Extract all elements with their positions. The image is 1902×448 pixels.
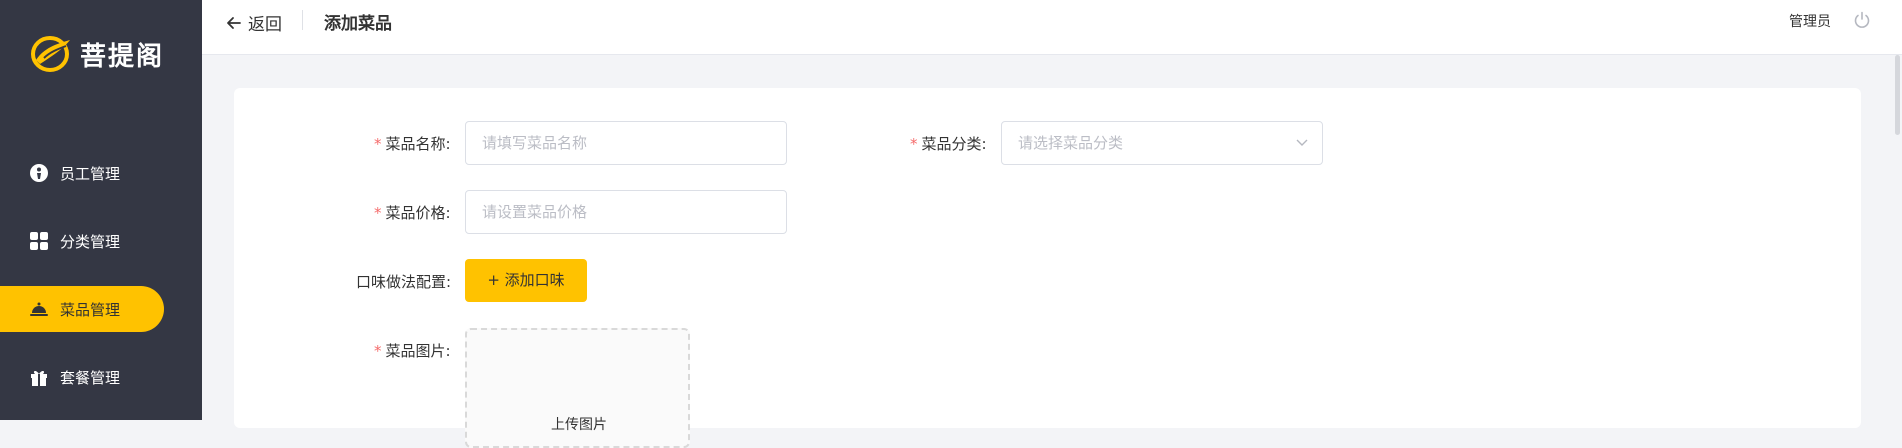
- category-icon: [30, 232, 48, 250]
- user-name[interactable]: 管理员: [1789, 11, 1831, 31]
- flavor-config-label: 口味做法配置:: [356, 273, 452, 291]
- page-title: 添加菜品: [324, 14, 392, 34]
- dish-category-label: * 菜品分类:: [910, 135, 987, 153]
- dish-price-input[interactable]: 请设置菜品价格: [465, 190, 787, 234]
- gift-icon: [31, 370, 47, 386]
- add-flavor-button[interactable]: + 添加口味: [465, 259, 587, 302]
- dish-price-placeholder: 请设置菜品价格: [482, 203, 588, 221]
- sidebar-item-employee[interactable]: 员工管理: [0, 150, 202, 196]
- required-mark: *: [374, 342, 382, 360]
- dish-category-select[interactable]: 请选择菜品分类: [1001, 121, 1323, 165]
- employee-icon: [30, 164, 48, 182]
- dish-name-label: * 菜品名称:: [374, 135, 451, 153]
- top-bar: 返回 添加菜品 管理员: [202, 0, 1902, 55]
- sidebar: 菩提阁 员工管理 分类管理 菜品管理 套餐管理: [0, 0, 202, 420]
- sidebar-item-label: 套餐管理: [60, 369, 121, 387]
- dish-price-label: * 菜品价格:: [374, 204, 451, 222]
- arrow-left-icon: [227, 16, 241, 29]
- sidebar-item-label: 分类管理: [60, 233, 121, 251]
- dish-category-placeholder: 请选择菜品分类: [1018, 134, 1124, 152]
- required-mark: *: [910, 135, 918, 153]
- back-button[interactable]: 返回: [226, 10, 282, 35]
- dish-name-input[interactable]: 请填写菜品名称: [465, 121, 787, 165]
- dish-cloche-icon: [30, 302, 48, 316]
- header-divider: [302, 10, 303, 30]
- sidebar-item-setmeal[interactable]: 套餐管理: [0, 354, 202, 400]
- dish-name-placeholder: 请填写菜品名称: [482, 134, 588, 152]
- back-label: 返回: [248, 15, 282, 35]
- scrollbar[interactable]: [1895, 55, 1900, 135]
- sidebar-item-category[interactable]: 分类管理: [0, 218, 202, 264]
- logo-icon: [31, 36, 70, 72]
- required-mark: *: [374, 204, 382, 222]
- sidebar-item-label: 员工管理: [60, 165, 121, 183]
- brand-logo: 菩提阁: [30, 34, 164, 74]
- upload-text: 上传图片: [551, 417, 607, 433]
- sidebar-item-label: 菜品管理: [60, 301, 121, 319]
- brand-name: 菩提阁: [80, 41, 165, 72]
- dish-image-label: * 菜品图片:: [374, 342, 451, 360]
- image-upload-area[interactable]: 上传图片: [465, 328, 690, 448]
- chevron-down-icon: [1296, 139, 1308, 146]
- power-icon[interactable]: [1853, 11, 1871, 29]
- sidebar-item-dish[interactable]: 菜品管理: [0, 286, 164, 332]
- required-mark: *: [374, 135, 382, 153]
